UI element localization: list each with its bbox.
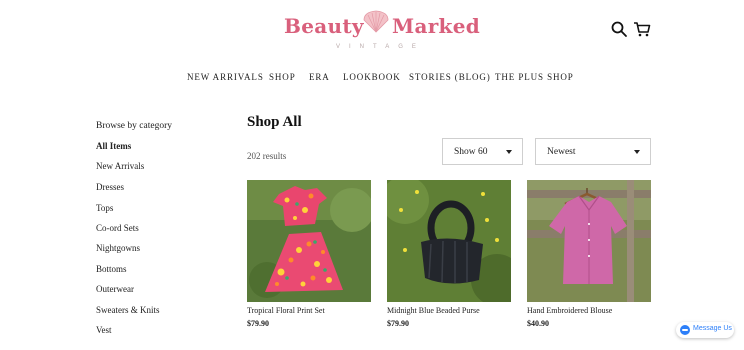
product-name[interactable]: Tropical Floral Print Set xyxy=(247,306,325,315)
chat-bubble-icon xyxy=(680,325,690,335)
product-card[interactable]: Midnight Blue Beaded Purse $79.90 xyxy=(387,180,511,328)
items-per-page-value: Show 60 xyxy=(454,147,488,157)
items-per-page-select[interactable]: Show 60 xyxy=(442,138,523,165)
sidebar-item-nightgowns[interactable]: Nightgowns xyxy=(96,243,140,253)
brand-subtitle: VINTAGE xyxy=(336,44,425,50)
nav-era[interactable]: ERA xyxy=(309,72,330,82)
sidebar-item-new-arrivals[interactable]: New Arrivals xyxy=(96,161,144,171)
cart-icon[interactable] xyxy=(633,20,651,38)
product-image[interactable] xyxy=(247,180,371,302)
brand-word-1: Beauty xyxy=(284,14,364,38)
message-us-button[interactable]: Message Us xyxy=(676,322,734,338)
sidebar-item-outerwear[interactable]: Outerwear xyxy=(96,284,134,294)
nav-plus-shop[interactable]: THE PLUS SHOP xyxy=(495,72,574,82)
sidebar-item-vest[interactable]: Vest xyxy=(96,325,112,335)
page-title: Shop All xyxy=(247,114,302,130)
caret-down-icon xyxy=(634,150,640,154)
product-price: $40.90 xyxy=(527,319,549,328)
search-icon[interactable] xyxy=(610,20,628,38)
sidebar-heading: Browse by category xyxy=(96,121,172,131)
shell-icon xyxy=(363,10,389,33)
sort-select[interactable]: Newest xyxy=(535,138,651,165)
results-count: 202 results xyxy=(247,151,287,161)
product-card[interactable]: Hand Embroidered Blouse $40.90 xyxy=(527,180,651,328)
message-us-label: Message Us xyxy=(693,325,732,332)
sidebar-item-sweaters-knits[interactable]: Sweaters & Knits xyxy=(96,305,160,315)
nav-stories-blog[interactable]: STORIES (BLOG) xyxy=(409,72,491,82)
nav-new-arrivals[interactable]: NEW ARRIVALS xyxy=(187,72,264,82)
product-image[interactable] xyxy=(387,180,511,302)
product-name[interactable]: Hand Embroidered Blouse xyxy=(527,306,612,315)
nav-shop[interactable]: SHOP xyxy=(269,72,296,82)
main-nav: NEW ARRIVALS SHOP ERA LOOKBOOK STORIES (… xyxy=(0,72,744,86)
sidebar-item-dresses[interactable]: Dresses xyxy=(96,182,124,192)
nav-lookbook[interactable]: LOOKBOOK xyxy=(343,72,401,82)
sidebar-item-co-ord-sets[interactable]: Co-ord Sets xyxy=(96,223,139,233)
product-name[interactable]: Midnight Blue Beaded Purse xyxy=(387,306,480,315)
brand-word-2: Marked xyxy=(392,14,481,38)
sort-value: Newest xyxy=(547,147,576,157)
product-card[interactable]: Tropical Floral Print Set $79.90 xyxy=(247,180,371,328)
sidebar-item-tops[interactable]: Tops xyxy=(96,203,113,213)
caret-down-icon xyxy=(506,150,512,154)
product-image[interactable] xyxy=(527,180,651,302)
sidebar-item-bottoms[interactable]: Bottoms xyxy=(96,264,127,274)
brand-logo[interactable]: Beauty Marked VINTAGE xyxy=(276,10,480,52)
product-price: $79.90 xyxy=(387,319,409,328)
sidebar-item-all-items[interactable]: All Items xyxy=(96,141,131,151)
product-price: $79.90 xyxy=(247,319,269,328)
